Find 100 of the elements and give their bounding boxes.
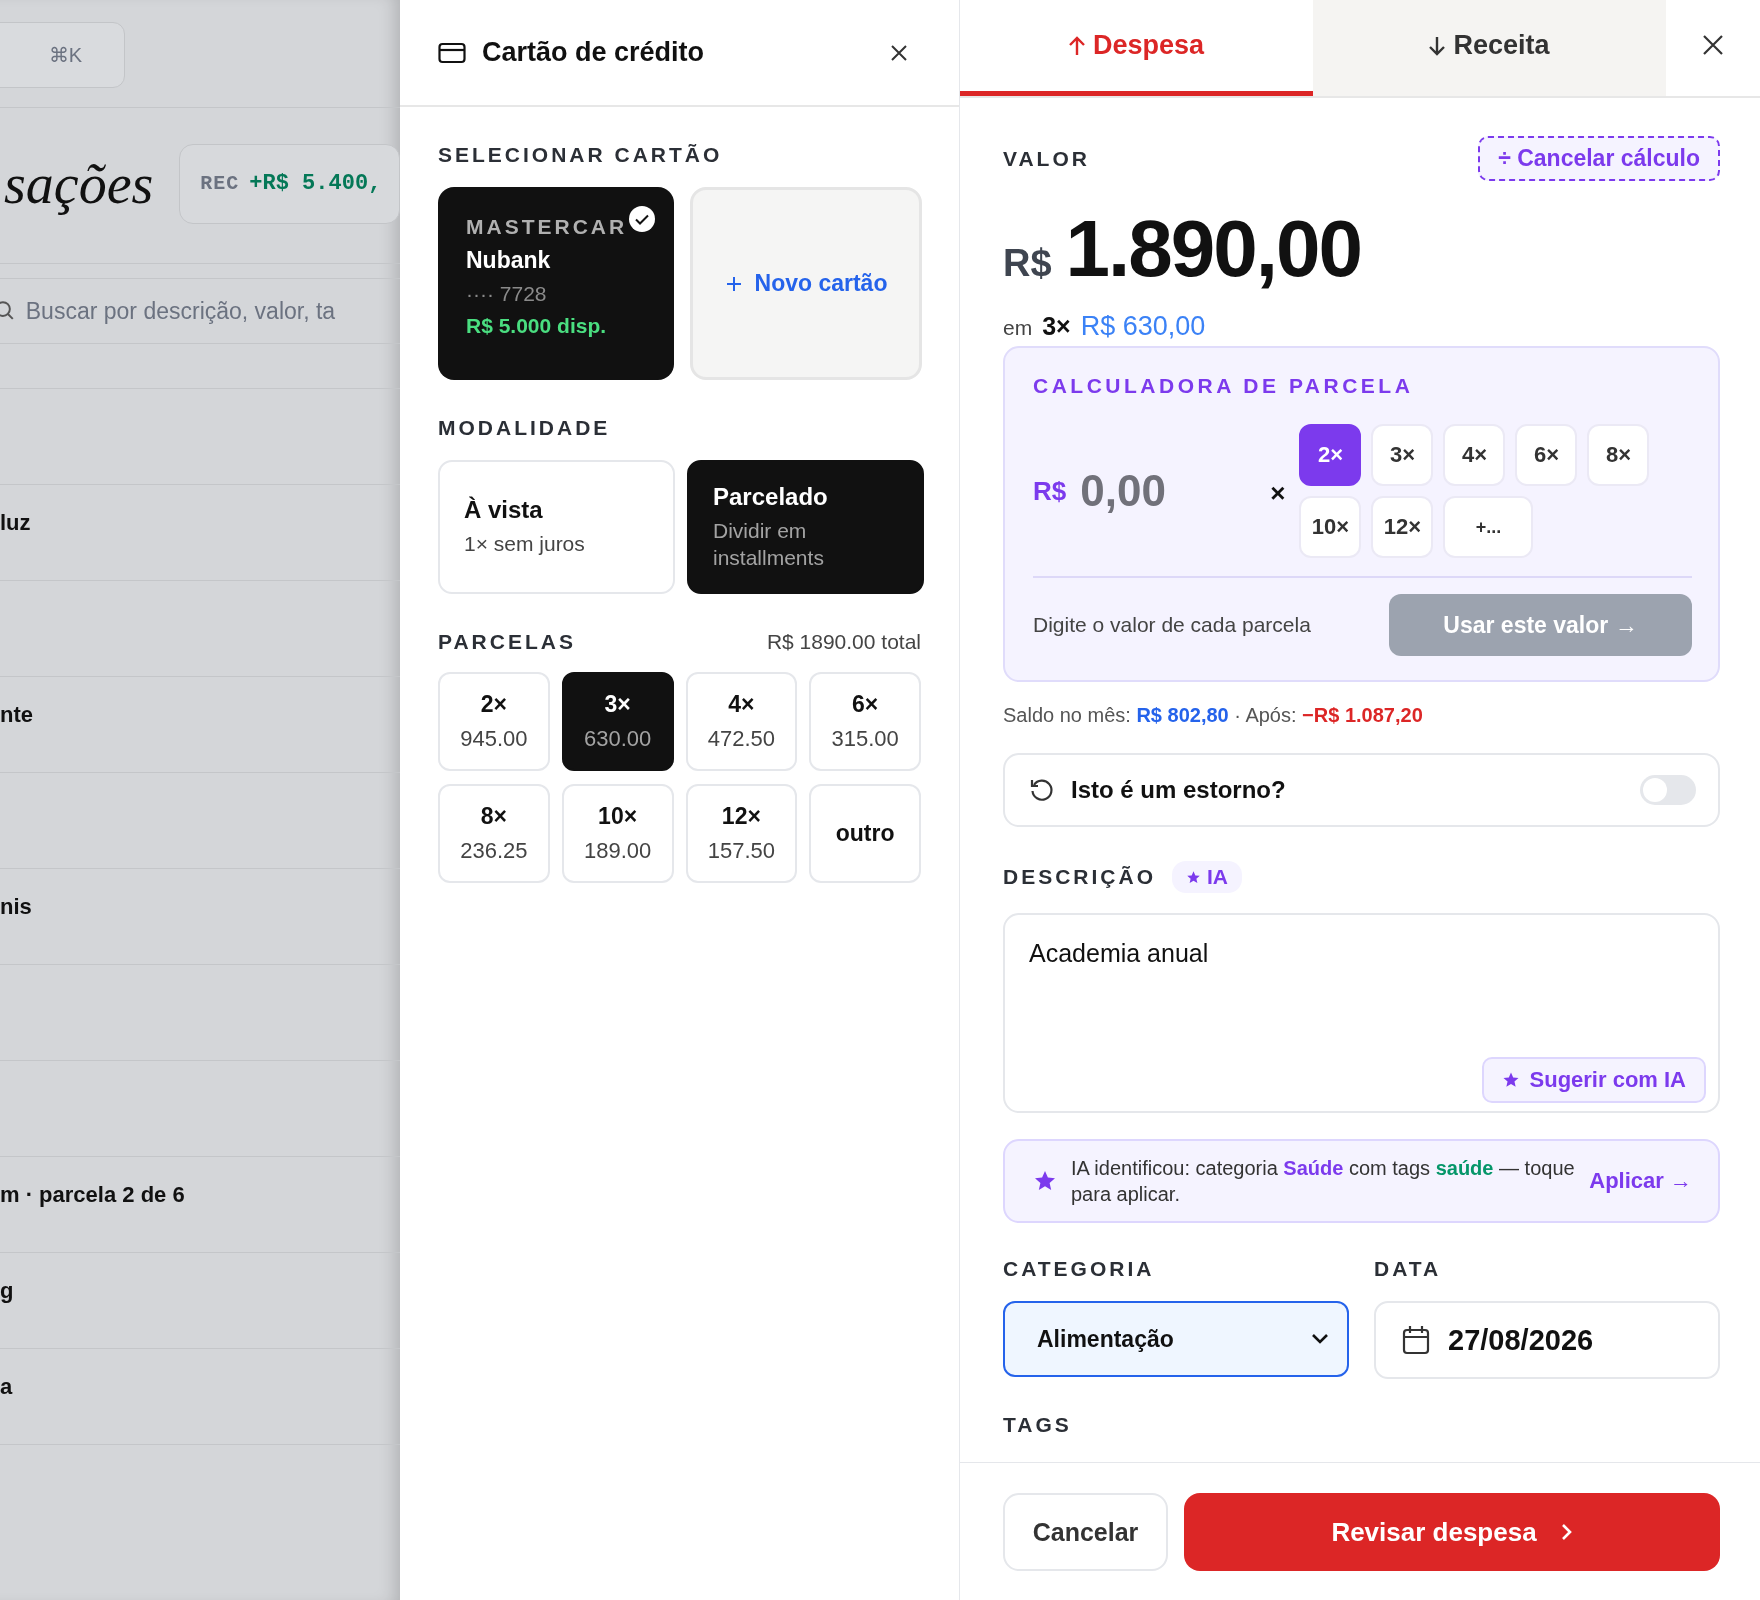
multiply-sign: × xyxy=(1270,477,1286,509)
multiplier-chip[interactable]: 4× xyxy=(1443,424,1506,486)
multiplier-chip[interactable]: 3× xyxy=(1371,424,1434,486)
installment-amount: 236.25 xyxy=(460,838,528,864)
amount-value: 1.890,00 xyxy=(1065,203,1361,295)
multiplier-chip[interactable]: 2× xyxy=(1299,424,1362,486)
undo-icon xyxy=(1029,777,1055,803)
check-icon xyxy=(628,205,656,233)
transaction-title: luz xyxy=(0,509,31,536)
section-label: CATEGORIA xyxy=(1003,1257,1156,1281)
split-prefix: em xyxy=(1003,316,1033,340)
section-label: SELECIONAR CARTÃO xyxy=(438,143,724,167)
installment-amount: 157.50 xyxy=(707,838,775,864)
installment-amount: 189.00 xyxy=(583,838,652,864)
reversal-label: Isto é um estorno? xyxy=(1071,776,1287,804)
multiplier-chip[interactable]: +... xyxy=(1443,496,1534,558)
transaction-title: a xyxy=(0,1373,13,1400)
reversal-toggle[interactable] xyxy=(1640,775,1696,805)
installment-count: 3× xyxy=(604,691,631,718)
shortcut-button[interactable]: ⌘K xyxy=(0,22,125,88)
installment-option[interactable]: 3× 630.00 xyxy=(561,672,674,771)
section-label: PARCELAS xyxy=(438,630,576,654)
badge-label: IA xyxy=(1207,865,1228,889)
arrow-up-icon xyxy=(1068,35,1085,56)
cancel-button[interactable]: Cancelar xyxy=(1003,1493,1168,1571)
installment-count: 6× xyxy=(852,691,879,718)
installment-option[interactable]: 10× 189.00 xyxy=(561,784,674,883)
summary-value: +R$ 5.400, xyxy=(249,171,382,196)
installment-amount: 315.00 xyxy=(831,726,899,752)
arrow-down-icon xyxy=(1429,35,1446,56)
transaction-title: nte xyxy=(0,701,33,728)
installment-count: 12× xyxy=(721,803,761,830)
mode-title: Parcelado xyxy=(713,482,829,511)
card-name: Nubank xyxy=(466,247,552,274)
multiplier-chip[interactable]: 6× xyxy=(1515,424,1578,486)
currency-label: R$ xyxy=(1003,242,1052,285)
suggest-ai-button[interactable]: Sugerir com IA xyxy=(1481,1057,1706,1103)
panel-title: Cartão de crédito xyxy=(482,37,706,68)
ai-suggestion-text: IA identificou: categoria Saúde com tags saúde — toque para aplicar. xyxy=(1071,1156,1576,1207)
review-expense-button[interactable]: Revisar despesa xyxy=(1184,1493,1720,1571)
close-icon[interactable] xyxy=(889,42,909,63)
amount-input[interactable]: 0,00 xyxy=(1080,466,1271,516)
multiplier-chip[interactable]: 8× xyxy=(1587,424,1650,486)
split-count: 3× xyxy=(1042,312,1071,341)
apply-link[interactable]: Aplicar → xyxy=(1589,1168,1692,1194)
mode-title: À vista xyxy=(464,496,544,525)
mode-subtitle: Dividir em installments xyxy=(713,517,825,571)
calculator-hint: Digite o valor de cada parcela xyxy=(1033,613,1311,637)
installment-option[interactable]: 6× 315.00 xyxy=(809,672,921,771)
mode-option[interactable]: Parcelado Dividir em installments xyxy=(687,460,924,594)
installment-option[interactable]: 2× 945.00 xyxy=(438,672,550,771)
currency-label: R$ xyxy=(1033,475,1067,507)
transaction-title: g xyxy=(0,1277,14,1304)
installment-count: outro xyxy=(835,820,895,847)
installment-amount: 630.00 xyxy=(583,726,652,752)
chevron-down-icon xyxy=(1311,1333,1329,1345)
summary-label: REC xyxy=(200,172,240,195)
calendar-icon xyxy=(1402,1325,1430,1355)
category-select[interactable]: Alimentação xyxy=(1003,1301,1349,1377)
installment-count: 8× xyxy=(480,803,507,830)
star-icon xyxy=(1186,869,1201,885)
section-label: MODALIDADE xyxy=(438,416,612,440)
installment-option[interactable]: 12× 157.50 xyxy=(685,784,798,883)
section-label: VALOR xyxy=(1003,146,1090,171)
installment-count: 4× xyxy=(728,691,755,718)
ai-suggestion-banner[interactable]: IA identificou: categoria Saúde com tags saúde — toque para aplicar. Aplicar → xyxy=(1003,1139,1720,1223)
new-card-label: Novo cartão xyxy=(754,270,888,297)
credit-card-option[interactable]: MASTERCAR Nubank ···· 7728 R$ 5.000 disp. xyxy=(438,187,674,380)
transaction-title: nis xyxy=(0,893,32,920)
transaction-title: m · parcela 2 de 6 xyxy=(0,1181,185,1208)
multiplier-chip[interactable]: 10× xyxy=(1299,496,1362,558)
total-amount: R$ 1890.00 total xyxy=(766,630,921,654)
installment-option[interactable]: 4× 472.50 xyxy=(685,672,798,771)
card-available: R$ 5.000 disp. xyxy=(466,314,608,338)
multiplier-chip[interactable]: 12× xyxy=(1371,496,1434,558)
new-card-button[interactable]: Novo cartão xyxy=(690,187,922,380)
date-field[interactable]: 27/08/2026 xyxy=(1374,1301,1720,1379)
installment-count: 2× xyxy=(480,691,507,718)
search-icon xyxy=(0,300,14,322)
section-label: DESCRIÇÃO xyxy=(1003,865,1156,889)
type-tab[interactable]: Receita xyxy=(1313,0,1666,96)
installment-count: 10× xyxy=(598,803,638,830)
section-label: DATA xyxy=(1374,1257,1443,1281)
close-icon[interactable] xyxy=(1702,34,1724,56)
mode-subtitle: 1× sem juros xyxy=(464,531,586,558)
installment-option[interactable]: outro xyxy=(809,784,921,883)
page-title: sações xyxy=(4,151,154,216)
installment-amount: 472.50 xyxy=(707,726,775,752)
plus-icon xyxy=(724,274,743,293)
section-label: TAGS xyxy=(1003,1413,1073,1437)
credit-card-icon xyxy=(438,41,466,64)
cancel-calculation-button[interactable]: ÷ Cancelar cálculo xyxy=(1478,136,1720,181)
star-icon xyxy=(1501,1071,1520,1089)
split-amount: R$ 630,00 xyxy=(1080,311,1206,342)
card-number: ···· 7728 xyxy=(466,282,548,306)
search-field[interactable]: Buscar por descrição, valor, ta xyxy=(25,297,400,325)
card-brand: MASTERCAR xyxy=(466,215,628,239)
balance-text: Saldo no mês: R$ 802,80 · Após: −R$ 1.087,20 xyxy=(1003,704,1424,727)
installment-option[interactable]: 8× 236.25 xyxy=(438,784,550,883)
mode-option[interactable]: À vista 1× sem juros xyxy=(438,460,675,594)
